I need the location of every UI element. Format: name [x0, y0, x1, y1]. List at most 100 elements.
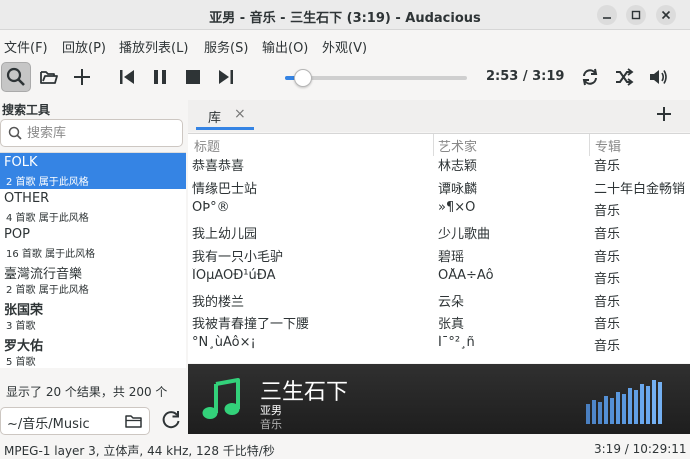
volume-icon [650, 70, 667, 84]
playlist-row[interactable]: 我上幼儿园 少儿歌曲 音乐 [188, 221, 690, 243]
pause-button[interactable] [145, 62, 175, 92]
track-title: °Ñ¸ùÁô×¡ [192, 335, 256, 350]
menu-file[interactable]: 文件(F) [4, 37, 48, 56]
tab-close-icon[interactable]: × [234, 106, 246, 122]
folder-icon[interactable] [125, 413, 143, 429]
stop-icon [186, 70, 200, 84]
playlist-row[interactable]: 我的楼兰 云朵 音乐 [188, 289, 690, 311]
minimize-icon [603, 17, 611, 19]
repeat-button[interactable] [575, 62, 605, 92]
menu-output[interactable]: 输出(O) [262, 37, 308, 56]
next-button[interactable] [211, 62, 241, 92]
visualizer [586, 380, 662, 424]
shuffle-icon [616, 68, 634, 86]
title-bar: 亚男 - 音乐 - 三生石下 (3:19) - Audacious [0, 0, 690, 30]
visualizer-bar [658, 382, 662, 424]
minimize-button[interactable] [597, 5, 617, 25]
menu-playlist[interactable]: 播放列表(L) [119, 37, 188, 56]
visualizer-bar [634, 390, 638, 424]
result-detail: 4 首歌 属于此风格 [6, 213, 89, 224]
shuffle-button[interactable] [609, 62, 639, 92]
menu-playback[interactable]: 回放(P) [62, 37, 106, 56]
result-item[interactable]: 张国荣 3 首歌 [0, 297, 186, 333]
result-detail: 2 首歌 属于此风格 [6, 285, 89, 296]
menu-bar: 文件(F) 回放(P) 播放列表(L) 服务(S) 输出(O) 外观(V) [0, 34, 690, 58]
track-title: 恭喜恭喜 [192, 159, 245, 174]
track-artist: 林志颖 [438, 159, 478, 174]
search-box[interactable] [0, 119, 183, 147]
playlist-row[interactable]: 恭喜恭喜 林志颖 音乐 [188, 153, 690, 175]
stop-button[interactable] [178, 62, 208, 92]
track-album: 音乐 [594, 339, 621, 354]
menu-services[interactable]: 服务(S) [204, 37, 248, 56]
refresh-icon[interactable] [160, 409, 182, 431]
result-name: 张国荣 [4, 303, 44, 318]
track-artist: Í¯°²¸ñ [438, 335, 475, 350]
add-icon [74, 69, 90, 85]
playlist-row[interactable]: 我有一只小毛驴 碧瑶 音乐 [188, 244, 690, 266]
track-title: ÓÞ°® [192, 200, 230, 215]
track-title: 我有一只小毛驴 [192, 250, 284, 265]
search-tool-title: 搜索工具 [2, 103, 51, 117]
result-item[interactable]: 罗大佑 5 首歌 [0, 333, 186, 368]
search-icon [8, 126, 22, 140]
track-artist: »¶×Ó [438, 200, 476, 215]
visualizer-bar [586, 404, 590, 424]
result-item[interactable]: OTHER 4 首歌 属于此风格 [0, 189, 186, 225]
time-display: 2:53 / 3:19 [486, 69, 565, 84]
visualizer-bar [598, 402, 602, 424]
previous-button[interactable] [112, 62, 142, 92]
playlist-row[interactable]: °Ñ¸ùÁô×¡ Í¯°²¸ñ 音乐 [188, 333, 690, 355]
result-item[interactable]: POP 16 首歌 属于此风格 [0, 225, 186, 261]
playlist-row[interactable]: ÓÞ°® »¶×Ó 音乐 [188, 198, 690, 220]
add-files-button[interactable] [67, 62, 97, 92]
playlist-row[interactable]: 我被青春撞了一下腰 张真 音乐 [188, 311, 690, 333]
tab-library-label: 库 [208, 111, 222, 126]
track-album: 音乐 [594, 272, 621, 287]
search-icon [6, 67, 25, 86]
pause-icon [154, 70, 166, 84]
seek-bar[interactable] [285, 76, 467, 80]
music-note-icon [202, 378, 240, 419]
result-item[interactable]: FOLK 2 首歌 属于此风格 [0, 153, 186, 189]
result-name: OTHER [4, 191, 50, 206]
seek-handle[interactable] [294, 69, 313, 87]
search-tool-panel: 搜索工具 FOLK 2 首歌 属于此风格 OTHER 4 首歌 属于此风格 PO… [0, 96, 186, 440]
search-results-list[interactable]: FOLK 2 首歌 属于此风格 OTHER 4 首歌 属于此风格 POP 16 … [0, 152, 186, 368]
visualizer-bar [640, 384, 644, 424]
add-playlist-icon[interactable] [652, 102, 676, 126]
playlist-row[interactable]: ÎÒµÄÖÐ¹úÐÄ ÕÅÃ÷Ãô 音乐 [188, 266, 690, 288]
visualizer-bar [604, 396, 608, 424]
library-path-field[interactable]: ~/音乐/Music [0, 407, 150, 435]
search-tool-button[interactable] [1, 62, 31, 92]
playlist-row[interactable]: 情缘巴士站 谭咏麟 二十年白金畅销 [188, 176, 690, 198]
menu-view[interactable]: 外观(V) [322, 37, 367, 56]
folder-open-icon [40, 71, 58, 84]
volume-button[interactable] [643, 62, 673, 92]
track-album: 音乐 [594, 227, 621, 242]
tab-library[interactable]: 库 × [196, 102, 254, 130]
playlist-table[interactable]: 标题 艺术家 专辑 恭喜恭喜 林志颖 音乐 情缘巴士站 谭咏麟 二十年白金畅销 … [188, 133, 690, 363]
maximize-button[interactable] [626, 5, 646, 25]
track-title: 我上幼儿园 [192, 227, 258, 242]
close-icon [661, 10, 671, 20]
result-item[interactable]: 臺灣流行音樂 2 首歌 属于此风格 [0, 261, 186, 297]
track-album: 二十年白金畅销 [594, 182, 686, 197]
result-name: FOLK [4, 155, 38, 170]
visualizer-bar [592, 400, 596, 424]
playlist-length: 3:19 / 10:29:11 [594, 442, 687, 456]
visualizer-bar [628, 388, 632, 424]
status-bar: MPEG-1 layer 3, 立体声, 44 kHz, 128 千比特/秒 3… [0, 440, 690, 459]
track-title: 我的楼兰 [192, 295, 245, 310]
result-count: 显示了 20 个结果，共 200 个 [6, 385, 168, 399]
repeat-icon [582, 68, 598, 86]
playlist-tab-bar: 库 × [188, 100, 690, 132]
track-album: 音乐 [594, 317, 621, 332]
open-files-button[interactable] [34, 62, 64, 92]
search-library-input[interactable] [27, 124, 177, 142]
toolbar: 2:53 / 3:19 [0, 60, 690, 96]
result-detail: 3 首歌 [6, 321, 36, 332]
visualizer-bar [622, 394, 626, 424]
close-button[interactable] [656, 5, 676, 25]
track-title: 情缘巴士站 [192, 182, 258, 197]
